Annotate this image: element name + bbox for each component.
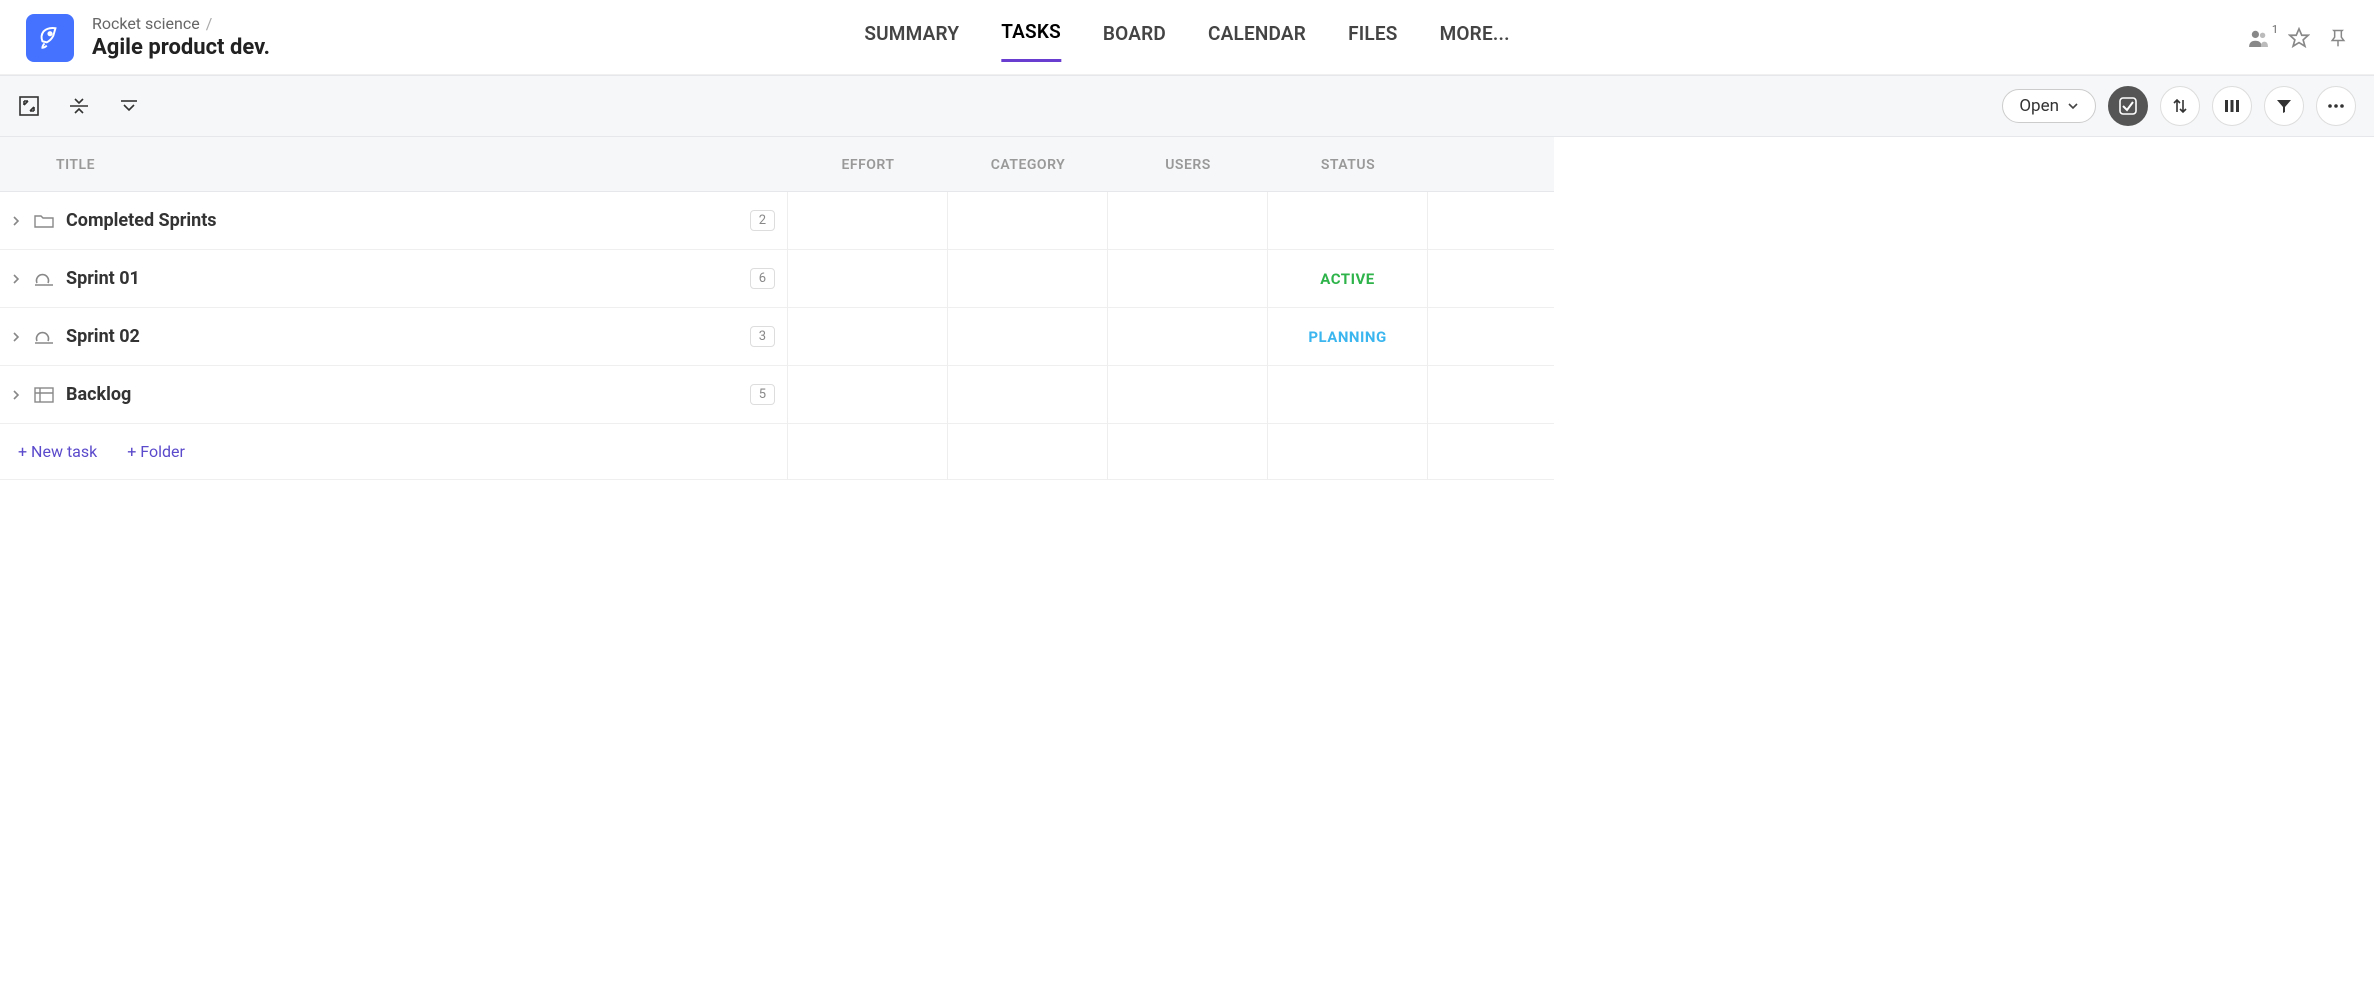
more-icon <box>2327 103 2345 109</box>
cell-status <box>1268 424 1428 480</box>
status-filter-dropdown[interactable]: Open <box>2002 89 2096 123</box>
expand-toggle[interactable] <box>12 331 22 343</box>
breadcrumb[interactable]: Rocket science / <box>92 14 270 33</box>
sort-button[interactable] <box>2160 86 2200 126</box>
cell-status[interactable]: PLANNING <box>1268 308 1428 366</box>
project-icon[interactable] <box>26 14 74 62</box>
chevron-right-icon <box>12 273 20 285</box>
pin-button[interactable] <box>2328 27 2348 49</box>
cell-status[interactable] <box>1268 366 1428 424</box>
tab-tasks[interactable]: TASKS <box>1001 14 1061 62</box>
tab-board[interactable]: BOARD <box>1103 16 1166 61</box>
cell-users[interactable] <box>1108 192 1268 250</box>
tab-more[interactable]: MORE... <box>1440 16 1510 61</box>
page-title: Agile product dev. <box>92 35 270 61</box>
expand-toggle[interactable] <box>12 273 22 285</box>
cell-category[interactable] <box>948 308 1108 366</box>
row-label: Backlog <box>66 384 131 405</box>
cell-effort[interactable] <box>788 308 948 366</box>
cell-extra <box>1428 424 1554 480</box>
expand-icon <box>119 96 139 116</box>
sprint-icon <box>34 271 54 287</box>
column-header-extra <box>1428 137 1554 192</box>
nav-tabs: SUMMARY TASKS BOARD CALENDAR FILES MORE.… <box>864 14 1509 62</box>
cell-category[interactable] <box>948 366 1108 424</box>
cell-status[interactable]: ACTIVE <box>1268 250 1428 308</box>
cell-effort[interactable] <box>788 366 948 424</box>
cell-status[interactable] <box>1268 192 1428 250</box>
collaborators-button[interactable]: 1 <box>2248 29 2270 47</box>
column-header-status[interactable]: STATUS <box>1268 137 1428 192</box>
row-count: 5 <box>750 384 775 405</box>
new-task-button[interactable]: + New task <box>18 442 97 461</box>
expand-button[interactable] <box>118 95 140 117</box>
expand-toggle[interactable] <box>12 389 22 401</box>
collaborator-count: 1 <box>2272 23 2278 36</box>
breadcrumb-separator: / <box>206 14 213 33</box>
check-icon <box>2119 97 2137 115</box>
collapse-icon <box>69 96 89 116</box>
columns-button[interactable] <box>2212 86 2252 126</box>
expand-toggle[interactable] <box>12 215 22 227</box>
column-header-effort[interactable]: EFFORT <box>788 137 948 192</box>
star-icon <box>2288 27 2310 49</box>
cell-extra <box>1428 308 1554 366</box>
fullscreen-button[interactable] <box>18 95 40 117</box>
cell-users <box>1108 424 1268 480</box>
cell-category <box>948 424 1108 480</box>
funnel-icon <box>2275 97 2293 115</box>
cell-effort <box>788 424 948 480</box>
cell-users[interactable] <box>1108 250 1268 308</box>
chevron-right-icon <box>12 389 20 401</box>
people-icon <box>2248 29 2270 47</box>
favorite-button[interactable] <box>2288 27 2310 49</box>
column-header-title[interactable]: TITLE <box>0 137 788 192</box>
status-badge: PLANNING <box>1308 328 1386 346</box>
chevron-right-icon <box>12 331 20 343</box>
row-label: Sprint 01 <box>66 268 140 289</box>
cell-users[interactable] <box>1108 366 1268 424</box>
tab-files[interactable]: FILES <box>1348 16 1398 61</box>
new-folder-button[interactable]: + Folder <box>127 442 185 461</box>
breadcrumb-parent[interactable]: Rocket science <box>92 14 200 33</box>
filter-button[interactable] <box>2264 86 2304 126</box>
column-header-category[interactable]: CATEGORY <box>948 137 1108 192</box>
cell-extra <box>1428 250 1554 308</box>
row-label: Sprint 02 <box>66 326 140 347</box>
fullscreen-icon <box>19 96 39 116</box>
cell-effort[interactable] <box>788 192 948 250</box>
status-badge: ACTIVE <box>1320 270 1374 288</box>
row-count: 2 <box>750 210 775 231</box>
cell-category[interactable] <box>948 192 1108 250</box>
chevron-right-icon <box>12 215 20 227</box>
sort-icon <box>2171 97 2189 115</box>
columns-icon <box>2223 97 2241 115</box>
list-icon <box>34 387 54 403</box>
status-filter-label: Open <box>2019 96 2059 116</box>
chevron-down-icon <box>2067 100 2079 112</box>
cell-category[interactable] <box>948 250 1108 308</box>
cell-users[interactable] <box>1108 308 1268 366</box>
folder-icon <box>34 213 54 229</box>
row-count: 3 <box>750 326 775 347</box>
cell-extra <box>1428 192 1554 250</box>
more-button[interactable] <box>2316 86 2356 126</box>
toggle-completed-button[interactable] <box>2108 86 2148 126</box>
collapse-button[interactable] <box>68 95 90 117</box>
pin-icon <box>2328 27 2348 49</box>
cell-effort[interactable] <box>788 250 948 308</box>
cell-extra <box>1428 366 1554 424</box>
row-label: Completed Sprints <box>66 210 217 231</box>
column-header-users[interactable]: USERS <box>1108 137 1268 192</box>
tab-summary[interactable]: SUMMARY <box>864 16 959 61</box>
shuttle-icon <box>37 25 63 51</box>
sprint-icon <box>34 329 54 345</box>
tab-calendar[interactable]: CALENDAR <box>1208 16 1306 61</box>
row-count: 6 <box>750 268 775 289</box>
